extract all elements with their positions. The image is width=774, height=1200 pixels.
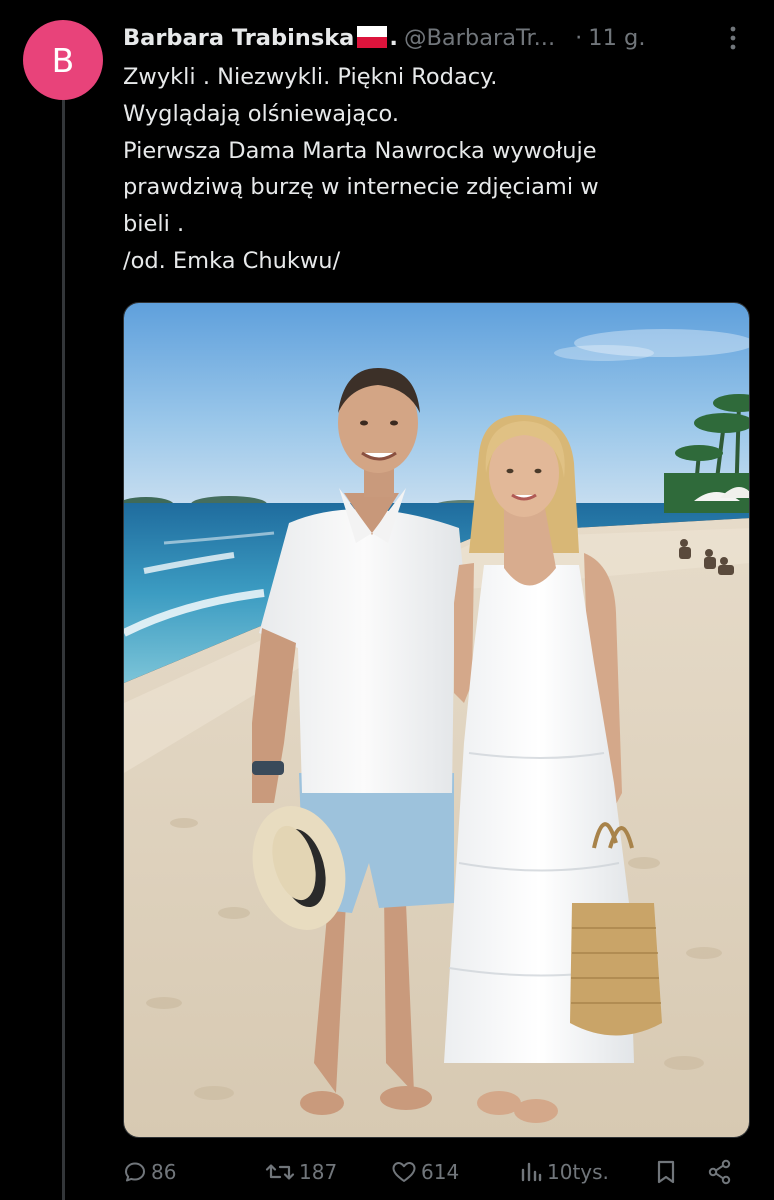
retweet-icon <box>265 1164 295 1180</box>
heart-icon <box>392 1162 416 1182</box>
thread-line <box>62 100 65 1200</box>
tweet-text-line: /od. Emka Chukwu/ <box>123 247 341 274</box>
tweet-actions: 86 187 614 10tys. <box>123 1152 743 1192</box>
views-icon <box>521 1162 542 1182</box>
display-name-suffix: . <box>389 25 398 51</box>
tweet-photo[interactable] <box>123 302 750 1138</box>
avatar[interactable]: B <box>23 20 103 100</box>
bookmark-icon <box>657 1160 675 1184</box>
reply-button[interactable]: 86 <box>123 1152 176 1192</box>
beach-couple-photo <box>124 303 749 1137</box>
user-handle[interactable]: @BarbaraTr... <box>404 25 555 51</box>
reply-count: 86 <box>151 1160 177 1184</box>
avatar-letter: B <box>51 40 75 80</box>
share-button[interactable] <box>707 1152 733 1192</box>
views-button[interactable]: 10tys. <box>519 1152 609 1192</box>
tweet-text-line: Zwykli . Niezwykli. Piękni Rodacy. <box>123 64 498 90</box>
like-button[interactable]: 614 <box>391 1152 459 1192</box>
tweet-text-line: Wyglądają olśniewająco. <box>123 100 399 127</box>
timestamp[interactable]: 11 g. <box>588 25 645 51</box>
retweet-count: 187 <box>299 1160 338 1184</box>
views-count: 10tys. <box>547 1160 609 1184</box>
tweet-text-line: prawdziwą burzę w internecie zdjęciami w <box>123 174 599 201</box>
separator-dot: · <box>575 25 583 51</box>
tweet-text-line: bieli . <box>123 211 185 238</box>
bookmark-button[interactable] <box>655 1152 677 1192</box>
display-name[interactable]: Barbara Trabinska <box>123 25 354 51</box>
more-vertical-icon[interactable] <box>728 25 738 51</box>
like-count: 614 <box>421 1160 460 1184</box>
tweet-text: Zwykli . Niezwykli. Piękni Rodacy. Wyglą… <box>123 59 753 280</box>
tweet-header: Barbara Trabinska . @BarbaraTr... · 11 g… <box>123 18 763 58</box>
tweet-text-line: Pierwsza Dama Marta Nawrocka wywołuje <box>123 137 597 164</box>
retweet-button[interactable]: 187 <box>265 1152 337 1192</box>
poland-flag-icon <box>357 26 388 48</box>
reply-icon <box>125 1162 145 1182</box>
share-icon <box>708 1159 731 1185</box>
